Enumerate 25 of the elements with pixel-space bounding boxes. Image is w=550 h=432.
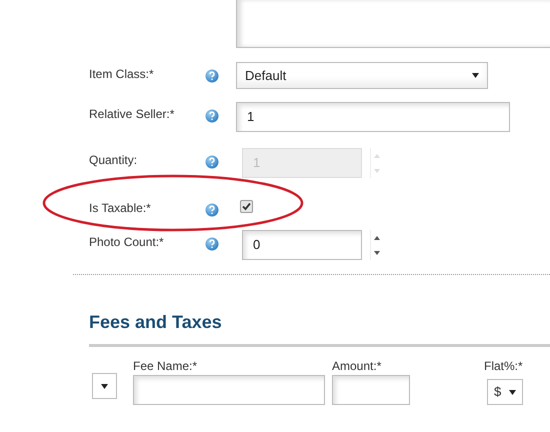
text-field[interactable]: 1 xyxy=(236,102,510,132)
help-icon[interactable] xyxy=(205,109,219,123)
help-icon[interactable] xyxy=(205,69,219,83)
caret-icon xyxy=(472,72,479,79)
field-label: Quantity: xyxy=(89,152,138,169)
checkbox[interactable] xyxy=(240,200,253,213)
help-icon[interactable] xyxy=(205,237,219,251)
column-label: Fee Name:* xyxy=(133,358,198,375)
field-label: Is Taxable:* xyxy=(89,200,152,217)
number-field[interactable]: 0 xyxy=(242,230,362,260)
field-label: Item Class:* xyxy=(89,66,155,83)
fee-name-field[interactable] xyxy=(133,375,325,405)
help-icon[interactable] xyxy=(205,203,219,217)
flat-percent-select[interactable]: $ xyxy=(487,379,523,405)
item-class-select[interactable]: Default xyxy=(236,62,488,89)
column-label: Flat%:* xyxy=(484,358,523,375)
help-icon[interactable] xyxy=(205,155,219,169)
field-label: Relative Seller:* xyxy=(89,106,176,123)
amount-field[interactable] xyxy=(332,375,410,405)
caret-icon xyxy=(101,382,108,390)
row-select[interactable] xyxy=(92,373,117,399)
section-heading: Fees and Taxes xyxy=(89,311,223,334)
column-label: Amount:* xyxy=(332,358,382,375)
caret-icon xyxy=(509,388,516,396)
field-label: Photo Count:* xyxy=(89,234,165,251)
